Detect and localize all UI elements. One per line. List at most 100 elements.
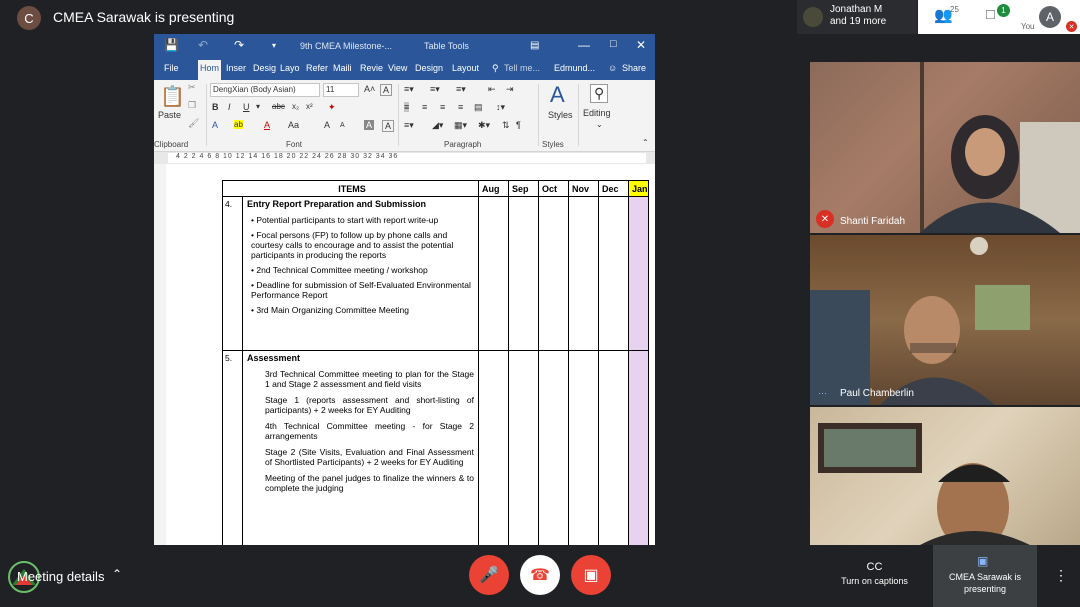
presenting-label: CMEA Sarawak is presenting — [948, 572, 1022, 594]
bold-button[interactable]: B — [212, 102, 219, 112]
undo-icon[interactable]: ↶ — [198, 38, 208, 52]
styles-button[interactable]: Styles — [548, 110, 573, 120]
tell-me-box[interactable]: Tell me... — [504, 63, 540, 73]
tab-file[interactable]: File — [164, 63, 179, 73]
tab-review[interactable]: Revie — [360, 63, 383, 73]
end-call-button[interactable]: ☎ — [520, 555, 560, 595]
multilevel-list-icon[interactable]: ≡▾ — [456, 84, 466, 95]
group-styles: Styles — [542, 140, 564, 149]
item-cell: Assessment 3rd Technical Committee meeti… — [242, 350, 479, 545]
tab-design[interactable]: Desig — [253, 63, 276, 73]
grow-font-button[interactable]: A — [324, 120, 330, 130]
align-center-icon[interactable]: ≡ — [422, 102, 427, 112]
font-size-select[interactable]: 11 — [323, 83, 359, 97]
participants-strip[interactable]: Jonathan M and 19 more — [797, 0, 917, 34]
presenting-button[interactable]: ▣ CMEA Sarawak is presenting — [933, 545, 1037, 607]
align-left-icon[interactable]: ≡ — [404, 102, 410, 112]
save-icon[interactable]: 💾 — [164, 38, 179, 52]
styles-icon[interactable]: A — [550, 82, 565, 108]
numbering-icon[interactable]: ≡▾ — [430, 84, 440, 95]
font-name-select[interactable]: DengXian (Body Asian) — [210, 83, 320, 97]
minimize-icon[interactable]: — — [578, 38, 590, 52]
clear-format-icon[interactable]: A — [380, 84, 393, 96]
tab-references[interactable]: Refer — [306, 63, 328, 73]
asian-layout-icon[interactable]: ✱▾ — [478, 120, 490, 131]
change-case-button[interactable]: Aa — [288, 120, 299, 130]
ribbon-options-icon[interactable]: ▤ — [530, 40, 539, 51]
format-painter-icon[interactable]: 🖌 — [188, 118, 199, 129]
character-shading-button[interactable]: A — [364, 120, 375, 130]
align-right-icon[interactable]: ≡ — [440, 102, 445, 112]
highlight-button[interactable]: ab — [234, 120, 243, 129]
participant-tile-shanti[interactable]: ✕ Shanti Faridah — [810, 62, 1080, 233]
tab-view[interactable]: View — [388, 63, 407, 73]
copy-icon[interactable]: ❐ — [188, 100, 196, 111]
tab-table-design[interactable]: Design — [415, 63, 443, 73]
justify-icon[interactable]: ≡ — [458, 102, 463, 112]
tab-insert[interactable]: Inser — [226, 63, 246, 73]
user-name[interactable]: Edmund... — [554, 63, 595, 73]
list-item: Stage 2 (Site Visits, Evaluation and Fin… — [265, 447, 474, 467]
enclose-characters-button[interactable]: A — [382, 120, 395, 132]
ribbon-home: 📋 Paste ✂ ❐ 🖌 Clipboard DengXian (Body A… — [154, 80, 655, 152]
ribbon-divider — [206, 84, 207, 146]
more-options-icon[interactable]: ⋮ — [1054, 567, 1068, 584]
text-effects-button[interactable]: A — [212, 120, 218, 130]
tab-table-layout[interactable]: Layout — [452, 63, 479, 73]
chinese-layout-icon[interactable]: ≡▾ — [404, 120, 414, 131]
month-header-dec: Dec — [598, 180, 629, 197]
close-icon[interactable]: ✕ — [636, 38, 646, 52]
decrease-indent-icon[interactable]: ⇤ — [488, 84, 496, 95]
share-button[interactable]: Share — [622, 63, 646, 73]
borders-icon[interactable]: ▦▾ — [454, 120, 467, 131]
tab-home[interactable]: Hom — [198, 60, 222, 80]
shading-icon[interactable]: ◢▾ — [432, 120, 443, 131]
participant-tile-cmea[interactable] — [810, 407, 1080, 545]
text-effects-icon[interactable]: ✦ — [328, 102, 336, 113]
tab-mailings[interactable]: Maili — [333, 63, 352, 73]
subscript-button[interactable]: x₂ — [292, 102, 299, 111]
meeting-details-button[interactable]: Meeting details — [17, 569, 104, 584]
editing-button[interactable]: Editing — [583, 108, 611, 118]
mic-off-icon: 🎤 — [479, 567, 499, 584]
meeting-bottom-bar: Meeting details ⌃ 🎤 ☎ ▣ CC Turn on capti… — [0, 545, 1080, 607]
chevron-down-icon[interactable]: ⌄ — [596, 120, 603, 129]
superscript-button[interactable]: x² — [306, 102, 313, 111]
captions-button[interactable]: CC Turn on captions — [837, 561, 912, 586]
maximize-icon[interactable]: □ — [610, 38, 617, 50]
find-icon[interactable]: ⚲ — [590, 84, 609, 103]
self-mic-off-icon: ✕ — [1066, 21, 1077, 32]
bullets-icon[interactable]: ≡▾ — [404, 84, 414, 95]
increase-indent-icon[interactable]: ⇥ — [506, 84, 514, 95]
font-color-button[interactable]: A — [264, 120, 270, 130]
show-marks-icon[interactable]: ¶ — [516, 120, 521, 130]
cut-icon[interactable]: ✂ — [188, 82, 196, 93]
grow-font-icon[interactable]: A˄ — [364, 84, 375, 94]
italic-button[interactable]: I — [228, 102, 231, 112]
shrink-font-button[interactable]: A — [340, 122, 345, 129]
quick-access-dropdown-icon[interactable]: ▾ — [272, 41, 276, 50]
chevron-up-icon[interactable]: ⌃ — [112, 567, 122, 581]
month-cell — [598, 196, 629, 351]
meeting-top-bar: C CMEA Sarawak is presenting Jonathan M … — [0, 0, 1080, 34]
dropdown-icon[interactable]: ▾ — [256, 102, 260, 111]
list-item: • 2nd Technical Committee meeting / work… — [251, 265, 428, 275]
participants-more: and 19 more — [830, 16, 887, 27]
tab-layout[interactable]: Layo — [280, 63, 300, 73]
participant-tile-paul[interactable]: ⋯ Paul Chamberlin — [810, 235, 1080, 405]
collapse-ribbon-icon[interactable]: ⌃ — [642, 138, 649, 147]
self-avatar[interactable]: A — [1039, 6, 1061, 28]
sort-icon[interactable]: ⇅ — [502, 120, 510, 131]
camera-toggle-button[interactable]: ▣ — [571, 555, 611, 595]
redo-icon[interactable]: ↷ — [234, 38, 244, 52]
underline-button[interactable]: U — [243, 102, 250, 112]
line-spacing-icon[interactable]: ↕▾ — [496, 102, 505, 113]
paste-icon[interactable]: 📋 — [160, 84, 185, 109]
lightbulb-icon: ⚲ — [492, 63, 499, 73]
ribbon-tabs: File Hom Inser Desig Layo Refer Maili Re… — [154, 58, 655, 80]
strikethrough-button[interactable]: abc — [272, 102, 285, 111]
chat-icon[interactable]: □ — [986, 6, 995, 23]
mic-toggle-button[interactable]: 🎤 — [469, 555, 509, 595]
paste-button[interactable]: Paste — [158, 110, 181, 120]
distribute-icon[interactable]: ▤ — [474, 102, 483, 113]
